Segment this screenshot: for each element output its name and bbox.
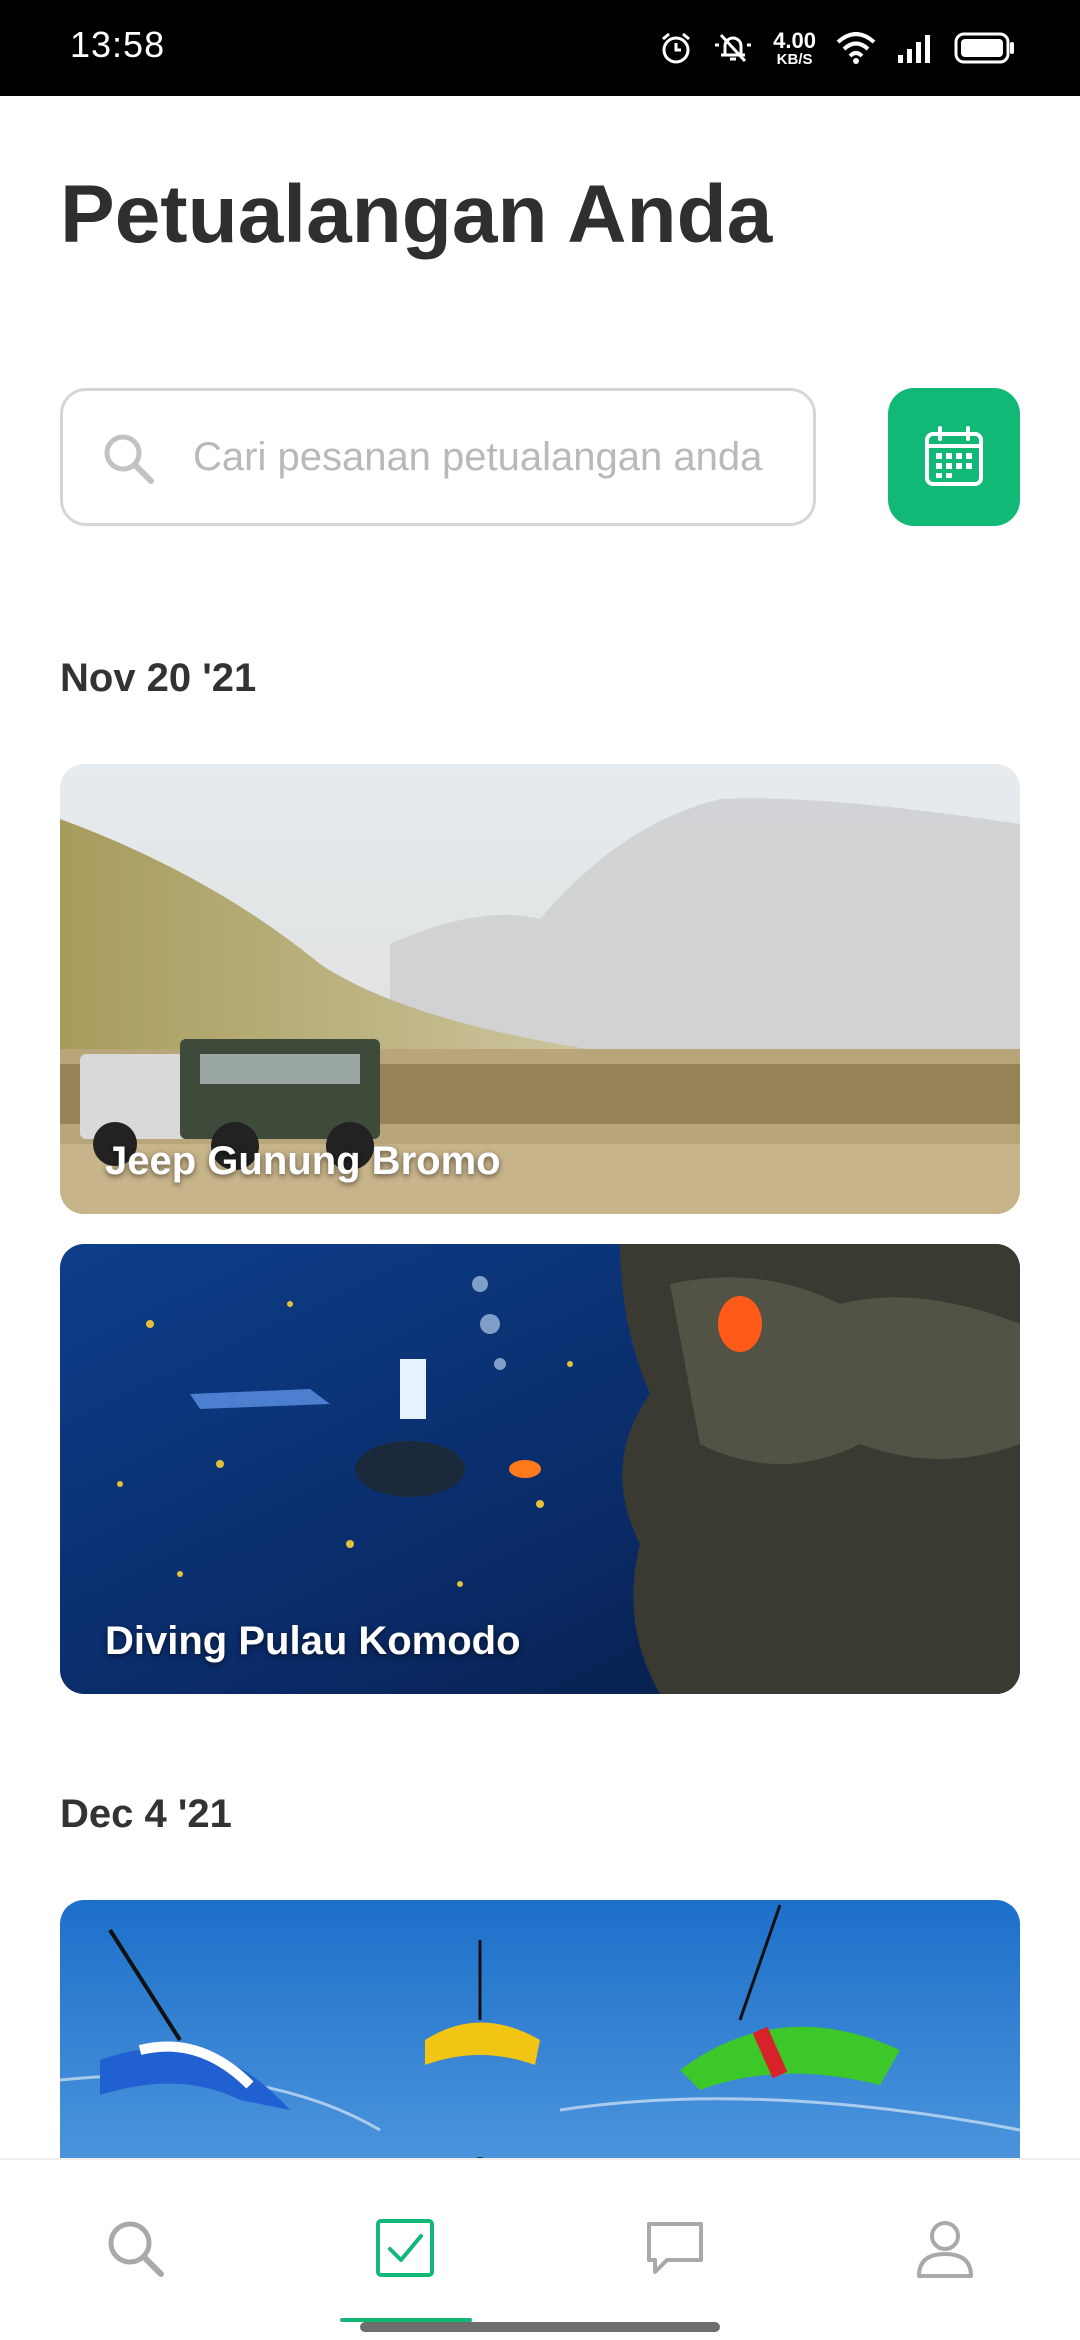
adventure-card-diving-komodo[interactable]: Diving Pulau Komodo (60, 1244, 1020, 1694)
date-header: Nov 20 '21 (60, 656, 257, 700)
muted-bell-icon (715, 33, 752, 63)
network-speed-value: 4.00 (773, 27, 816, 53)
nav-item-search[interactable] (0, 2160, 270, 2340)
page-title: Petualangan Anda (60, 169, 773, 260)
nav-item-bookings[interactable] (270, 2160, 540, 2340)
calendar-button[interactable] (888, 388, 1020, 526)
chat-icon (647, 2222, 703, 2274)
wifi-icon (836, 32, 876, 64)
status-time: 13:58 (70, 24, 166, 65)
card-title: Jeep Gunung Bromo (105, 1139, 501, 1183)
status-icons: 4.00 KB/S (659, 26, 1016, 70)
search-box[interactable] (60, 388, 816, 526)
nav-item-messages[interactable] (540, 2160, 810, 2340)
alarm-icon (662, 32, 691, 64)
network-speed-unit: KB/S (776, 50, 813, 68)
search-input[interactable] (193, 391, 793, 523)
profile-icon (917, 2221, 973, 2278)
home-indicator[interactable] (360, 2322, 720, 2332)
nav-item-profile[interactable] (810, 2160, 1080, 2340)
card-title: Diving Pulau Komodo (105, 1619, 521, 1663)
adventure-card-jeep-bromo[interactable]: Jeep Gunung Bromo (60, 764, 1020, 1214)
network-speed: 4.00 KB/S (773, 27, 816, 68)
battery-icon (954, 32, 1014, 64)
signal-icon (898, 35, 930, 63)
search-icon (104, 434, 154, 484)
checkbox-icon (376, 2219, 434, 2277)
screen: 13:58 4.00 KB/S Petualangan Anda Cari pe… (0, 0, 1080, 2340)
calendar-icon (925, 426, 983, 486)
date-header: Dec 4 '21 (60, 1792, 232, 1836)
status-bar: 13:58 4.00 KB/S (0, 0, 1080, 96)
bottom-navigation (0, 2158, 1080, 2340)
search-icon (108, 2221, 164, 2277)
